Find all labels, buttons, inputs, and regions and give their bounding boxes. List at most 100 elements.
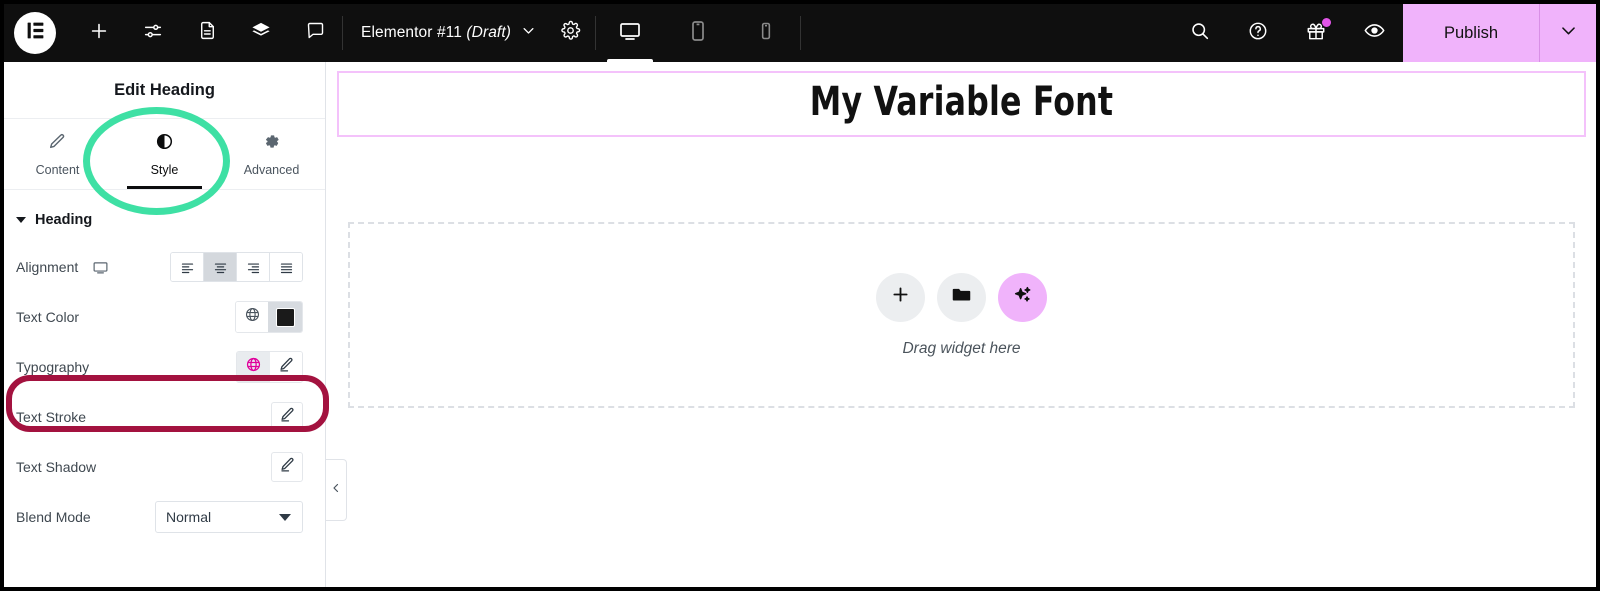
tab-content-label: Content [35,162,80,177]
heading-widget-selected[interactable]: My Variable Font [337,71,1586,137]
typography-control [236,351,303,383]
pencil-icon [48,132,67,156]
document-settings-button[interactable] [545,4,595,62]
publish-group: Publish [1403,4,1596,62]
sparkles-ai-icon [1012,284,1034,311]
blend-mode-value: Normal [166,509,212,525]
notes-button[interactable] [288,4,342,62]
chevron-left-icon [330,481,342,499]
typography-edit-button[interactable] [270,352,302,382]
document-title-text: Elementor #11 [361,24,462,41]
align-center-button[interactable] [204,253,237,281]
pencil-icon [279,456,296,478]
blend-mode-select[interactable]: Normal [155,501,303,533]
structure-button[interactable] [234,4,288,62]
text-color-label: Text Color [16,309,80,325]
typography-global-button[interactable] [237,352,270,382]
plus-icon [88,20,110,47]
gear-icon [560,20,581,46]
editor-canvas: My Variable Font Drag widget here [327,62,1596,587]
editor-panel: Edit Heading Content Style Advanced Head… [4,62,326,587]
elementor-logo-icon [25,20,46,46]
document-title-chevron-button[interactable] [511,4,545,62]
document-icon [197,20,218,46]
tab-content[interactable]: Content [4,119,111,189]
desktop-preview-button[interactable] [596,4,664,62]
globe-icon [244,306,261,328]
tab-advanced-label: Advanced [243,162,300,177]
text-color-global-button[interactable] [236,302,268,332]
alignment-label: Alignment [16,259,79,275]
document-title-group: Elementor #11 (Draft) [343,4,595,62]
panel-tabs: Content Style Advanced [4,119,325,190]
dropzone-buttons [876,272,1047,322]
finder-search-button[interactable] [1171,4,1229,62]
desktop-icon [618,19,642,48]
panel-title: Edit Heading [4,62,325,119]
text-shadow-label: Text Shadow [16,459,97,475]
preview-changes-button[interactable] [1345,4,1403,62]
comment-bubble-icon [305,20,326,46]
tab-advanced[interactable]: Advanced [218,119,325,189]
control-row-text-stroke: Text Stroke [4,392,325,442]
toolbar-right-group: Publish [1171,4,1596,62]
control-row-alignment: Alignment [4,242,325,292]
caret-down-icon [16,217,26,223]
text-stroke-edit-button[interactable] [271,402,303,432]
align-right-button[interactable] [237,253,270,281]
section-heading-toggle[interactable]: Heading [4,190,325,242]
publish-options-button[interactable] [1540,4,1596,62]
contrast-half-circle-icon [155,132,174,156]
align-justify-button[interactable] [270,253,302,281]
gift-notification-badge [1322,18,1331,27]
panel-collapse-button[interactable] [326,459,347,521]
caret-down-icon [279,513,291,521]
pencil-icon [278,356,295,378]
help-question-icon [1247,20,1269,47]
text-shadow-edit-button[interactable] [271,452,303,482]
mobile-icon [756,21,776,46]
dropzone-label: Drag widget here [902,339,1021,357]
widget-dropzone[interactable]: Drag widget here [348,222,1575,408]
desktop-icon[interactable] [92,259,109,276]
align-left-button[interactable] [171,253,204,281]
help-button[interactable] [1229,4,1287,62]
plus-icon [890,284,911,310]
publish-button[interactable]: Publish [1403,4,1539,62]
control-row-text-color: Text Color [4,292,325,342]
tablet-preview-button[interactable] [664,4,732,62]
color-swatch [275,307,295,327]
typography-label: Typography [16,359,90,375]
site-settings-button[interactable] [126,4,180,62]
toolbar-left-group [4,4,342,62]
control-row-text-shadow: Text Shadow [4,442,325,492]
page-settings-button[interactable] [180,4,234,62]
eye-preview-icon [1363,19,1386,47]
whats-new-gift-button[interactable] [1287,4,1345,62]
control-row-typography: Typography [4,342,325,392]
add-widget-button[interactable] [876,272,925,322]
text-color-swatch-button[interactable] [268,302,302,332]
tablet-icon [686,19,710,48]
tab-style[interactable]: Style [111,119,218,189]
search-icon [1189,20,1211,47]
add-element-button[interactable] [72,4,126,62]
text-color-control [235,301,303,333]
ai-generate-button[interactable] [998,272,1047,322]
open-template-library-button[interactable] [937,272,986,322]
globe-icon [245,356,262,378]
heading-text: My Variable Font [809,79,1114,125]
blend-mode-label: Blend Mode [16,509,91,525]
pencil-icon [279,406,296,428]
text-stroke-label: Text Stroke [16,409,87,425]
chevron-down-icon [521,23,536,43]
document-status: (Draft) [466,24,512,41]
alignment-button-group [170,252,303,282]
mobile-preview-button[interactable] [732,4,800,62]
elementor-logo-button[interactable] [14,12,56,54]
device-preview-group [596,4,800,62]
elementor-editor-window: Elementor #11 (Draft) Publish Edit Headi… [0,0,1600,591]
document-title[interactable]: Elementor #11 (Draft) [343,24,511,42]
chevron-down-icon [1559,21,1578,45]
